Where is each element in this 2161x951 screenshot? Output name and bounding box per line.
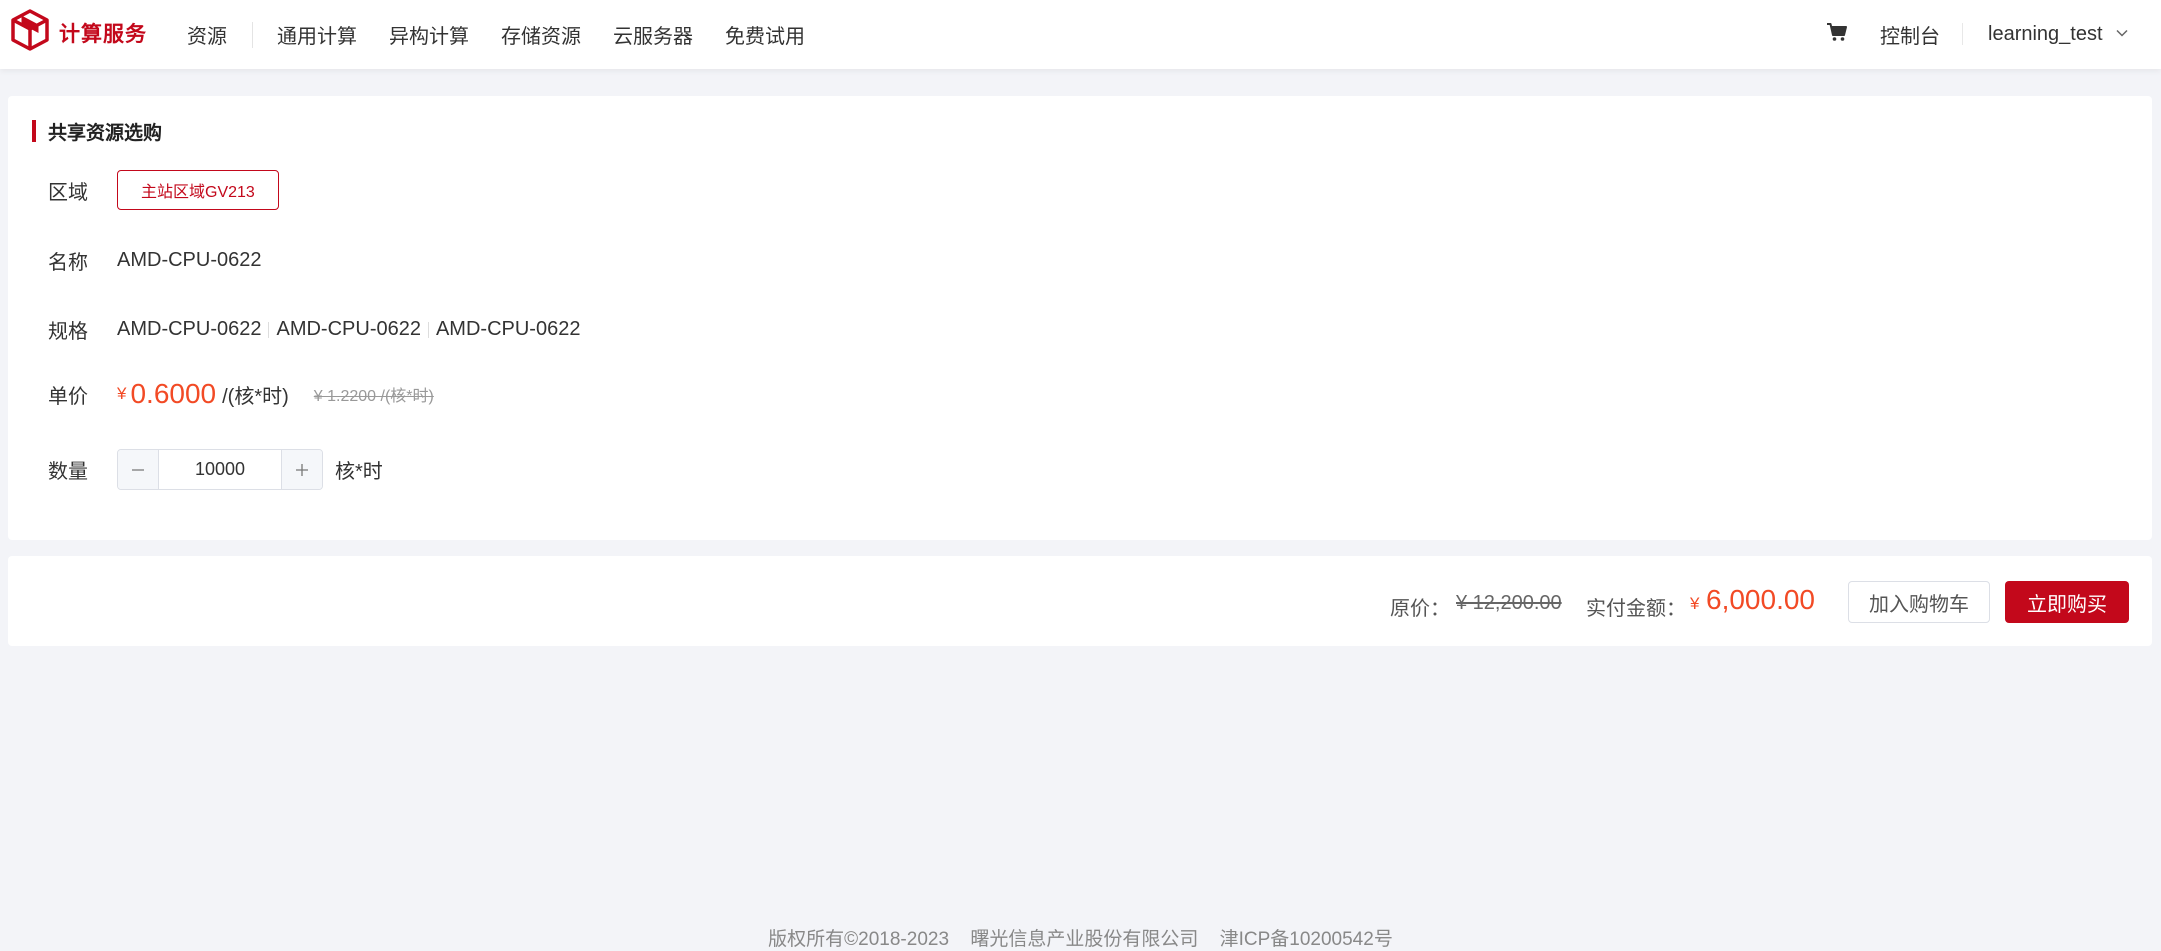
plus-icon: [296, 463, 308, 476]
logo[interactable]: 计算服务: [9, 9, 147, 56]
spec-value: AMD-CPU-0622: [435, 318, 581, 340]
price-label: 单价: [48, 385, 88, 408]
footer-icp[interactable]: 津ICP备10200542号: [1220, 929, 1393, 950]
increment-button[interactable]: [281, 450, 322, 489]
pay-amount-value: 6,000.00: [1706, 584, 1815, 615]
nav-item-storage[interactable]: 存储资源: [501, 20, 581, 49]
nav-item-free-trial[interactable]: 免费试用: [725, 20, 805, 49]
add-to-cart-button[interactable]: 加入购物车: [1848, 581, 1990, 623]
username: learning_test: [1988, 23, 2103, 45]
footer-company: 曙光信息产业股份有限公司: [970, 929, 1199, 950]
pay-amount-label: 实付金额：: [1586, 598, 1686, 620]
quantity-stepper: [117, 449, 323, 490]
nav-item-heterogeneous-compute[interactable]: 异构计算: [389, 20, 469, 49]
quantity-input[interactable]: [159, 450, 281, 489]
minus-icon: [132, 468, 144, 471]
logo-text: 计算服务: [59, 22, 147, 46]
purchase-card: 共享资源选购 区域 主站区域GV213 名称 AMD-CPU-0622 规格 A…: [8, 96, 2152, 540]
unit-price: 0.6000: [130, 378, 217, 409]
spec-label: 规格: [48, 321, 88, 343]
spec-value: AMD-CPU-0622: [117, 318, 262, 340]
quantity-label: 数量: [48, 461, 88, 483]
region-row: 区域 主站区域GV213: [48, 170, 279, 210]
footer: 版权所有©2018-2023 曙光信息产业股份有限公司 津ICP备1020054…: [0, 924, 2161, 951]
name-value: AMD-CPU-0622: [117, 249, 262, 271]
nav-item-cloud-server[interactable]: 云服务器: [613, 20, 693, 49]
logo-cube-icon: [9, 9, 51, 56]
header-divider: [1962, 23, 1963, 45]
nav-item-resources[interactable]: 资源: [187, 20, 227, 49]
original-price-value: ¥ 12,200.00: [1456, 592, 1562, 614]
region-option[interactable]: 主站区域GV213: [117, 170, 279, 210]
top-header: 计算服务 资源 通用计算 异构计算 存储资源 云服务器 免费试用 控制台 lea…: [0, 0, 2161, 69]
buy-now-button[interactable]: 立即购买: [2005, 581, 2129, 623]
chevron-down-icon: [2115, 23, 2129, 46]
quantity-row: 数量 核*时: [48, 449, 383, 490]
footer-copyright: 版权所有©2018-2023: [768, 929, 950, 950]
section-title: 共享资源选购: [32, 120, 163, 144]
spec-row: 规格 AMD-CPU-0622 AMD-CPU-0622 AMD-CPU-062…: [48, 315, 580, 344]
console-link[interactable]: 控制台: [1880, 0, 1940, 69]
original-unit-price: ¥ 1.2200 /(核*时): [313, 388, 434, 405]
name-label: 名称: [48, 252, 88, 274]
cart-icon: [1826, 21, 1848, 49]
cart-button[interactable]: [1826, 0, 1848, 69]
nav-item-general-compute[interactable]: 通用计算: [277, 20, 357, 49]
checkout-bar: 原价： ¥ 12,200.00 实付金额： ¥ 6,000.00 加入购物车 立…: [8, 556, 2152, 646]
name-row: 名称 AMD-CPU-0622: [48, 246, 261, 275]
section-title-text: 共享资源选购: [48, 122, 163, 144]
pay-currency: ¥: [1690, 594, 1700, 613]
price-row: 单价 ¥ 0.6000 /(核*时) ¥ 1.2200 /(核*时): [48, 378, 434, 410]
original-price-label: 原价：: [1390, 598, 1450, 620]
nav-divider: [252, 21, 253, 48]
price-currency: ¥: [117, 384, 127, 403]
spec-value: AMD-CPU-0622: [276, 318, 421, 340]
decrement-button[interactable]: [118, 450, 159, 489]
region-label: 区域: [48, 181, 88, 204]
title-accent-bar: [32, 120, 36, 142]
main-nav: 资源 通用计算 异构计算 存储资源 云服务器 免费试用: [187, 0, 805, 69]
price-unit: /(核*时): [222, 385, 289, 408]
spec-list: AMD-CPU-0622 AMD-CPU-0622 AMD-CPU-0622: [117, 318, 580, 341]
quantity-unit: 核*时: [335, 461, 383, 483]
user-menu[interactable]: learning_test: [1988, 0, 2129, 69]
